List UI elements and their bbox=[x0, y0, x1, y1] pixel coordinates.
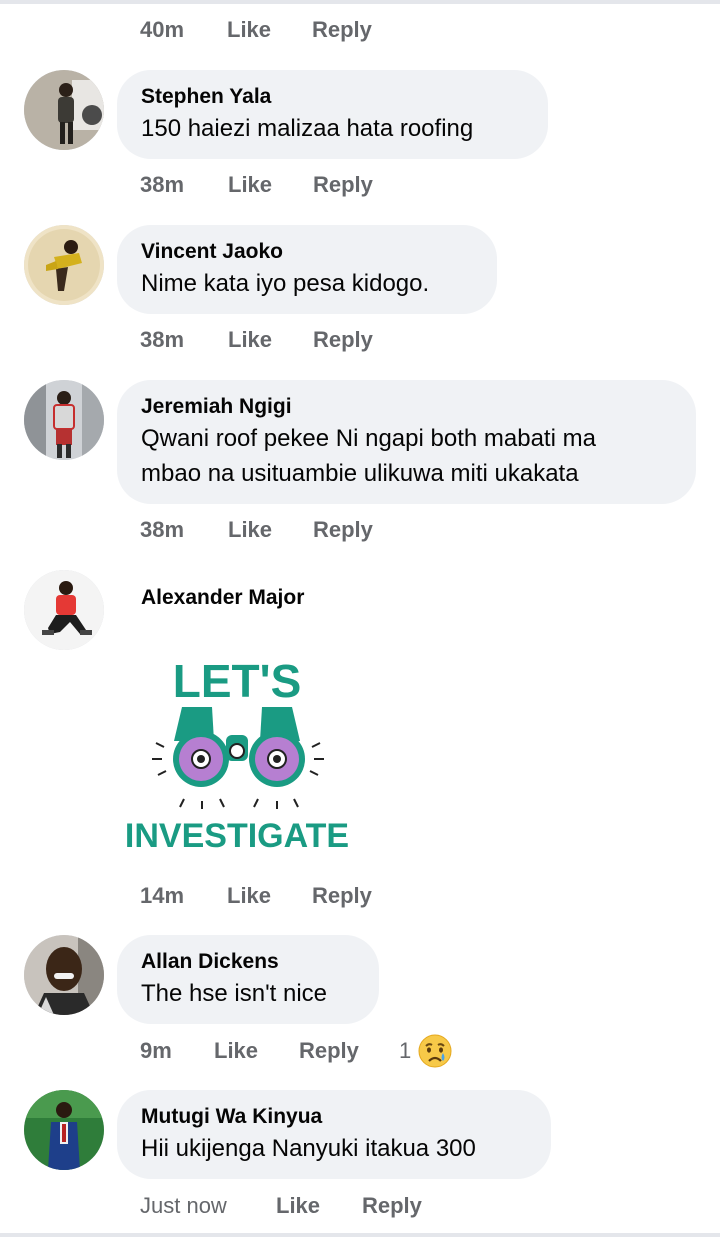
avatar-photo bbox=[24, 935, 104, 1015]
like-button[interactable]: Like bbox=[276, 1190, 320, 1222]
like-button[interactable]: Like bbox=[228, 169, 272, 201]
crying-face-icon[interactable] bbox=[417, 1033, 453, 1078]
commenter-name[interactable]: Stephen Yala bbox=[141, 83, 524, 111]
commenter-name[interactable]: Alexander Major bbox=[141, 584, 304, 612]
commenter-name[interactable]: Allan Dickens bbox=[141, 948, 355, 976]
avatar-photo bbox=[24, 1090, 104, 1170]
reply-button[interactable]: Reply bbox=[312, 880, 372, 912]
lets-investigate-sticker[interactable]: LET'S INVESTIGATE bbox=[122, 647, 352, 857]
sticker-text-top: LET'S bbox=[173, 655, 302, 707]
reply-button[interactable]: Reply bbox=[313, 169, 373, 201]
avatar[interactable] bbox=[24, 935, 104, 1015]
timestamp: Just now bbox=[140, 1193, 227, 1218]
avatar[interactable] bbox=[24, 1090, 104, 1170]
like-button[interactable]: Like bbox=[228, 324, 272, 356]
comment-text: The hse isn't nice bbox=[141, 980, 328, 1007]
commenter-name[interactable]: Mutugi Wa Kinyua bbox=[141, 1103, 527, 1131]
comment-bubble: Stephen Yala 150 haiezi malizaa hata roo… bbox=[117, 70, 548, 159]
comment-bubble: Jeremiah Ngigi Qwani roof pekee Ni ngapi… bbox=[117, 380, 696, 504]
binoculars-icon bbox=[152, 707, 324, 809]
sticker-text-bottom: INVESTIGATE bbox=[125, 817, 349, 855]
comment-text-line-2: mbao na usituambie ulikuwa miti ukakata bbox=[141, 460, 579, 487]
avatar[interactable] bbox=[24, 225, 104, 305]
avatar-photo bbox=[24, 70, 104, 150]
comment-text: 150 haiezi malizaa hata roofing bbox=[141, 115, 474, 142]
avatar-photo bbox=[24, 570, 104, 650]
reply-button[interactable]: Reply bbox=[312, 14, 372, 46]
like-button[interactable]: Like bbox=[227, 880, 271, 912]
timestamp: 9m bbox=[140, 1038, 172, 1063]
avatar[interactable] bbox=[24, 570, 104, 650]
comment-text-line-1: Qwani roof pekee Ni ngapi both mabati ma bbox=[141, 425, 596, 452]
timestamp: 40m bbox=[140, 17, 185, 42]
reply-button[interactable]: Reply bbox=[313, 324, 373, 356]
avatar[interactable] bbox=[24, 380, 104, 460]
comment-bubble: Vincent Jaoko Nime kata iyo pesa kidogo. bbox=[117, 225, 497, 314]
timestamp: 38m bbox=[140, 327, 185, 352]
reply-button[interactable]: Reply bbox=[299, 1035, 359, 1067]
divider-top bbox=[0, 0, 720, 4]
avatar-photo bbox=[24, 225, 104, 305]
reaction-count[interactable]: 1 bbox=[399, 1035, 411, 1067]
like-button[interactable]: Like bbox=[227, 14, 271, 46]
comment-bubble: Allan Dickens The hse isn't nice bbox=[117, 935, 379, 1024]
like-button[interactable]: Like bbox=[214, 1035, 258, 1067]
reply-button[interactable]: Reply bbox=[362, 1190, 422, 1222]
comment-text: Hii ukijenga Nanyuki itakua 300 bbox=[141, 1135, 476, 1162]
avatar[interactable] bbox=[24, 70, 104, 150]
comment-text: Nime kata iyo pesa kidogo. bbox=[141, 270, 430, 297]
commenter-name[interactable]: Jeremiah Ngigi bbox=[141, 393, 672, 421]
comment-bubble: Mutugi Wa Kinyua Hii ukijenga Nanyuki it… bbox=[117, 1090, 551, 1179]
timestamp: 38m bbox=[140, 517, 185, 542]
timestamp: 14m bbox=[140, 883, 185, 908]
timestamp: 38m bbox=[140, 172, 185, 197]
avatar-photo bbox=[24, 380, 104, 460]
commenter-name[interactable]: Vincent Jaoko bbox=[141, 238, 473, 266]
divider-bottom bbox=[0, 1233, 720, 1237]
like-button[interactable]: Like bbox=[228, 514, 272, 546]
reply-button[interactable]: Reply bbox=[313, 514, 373, 546]
